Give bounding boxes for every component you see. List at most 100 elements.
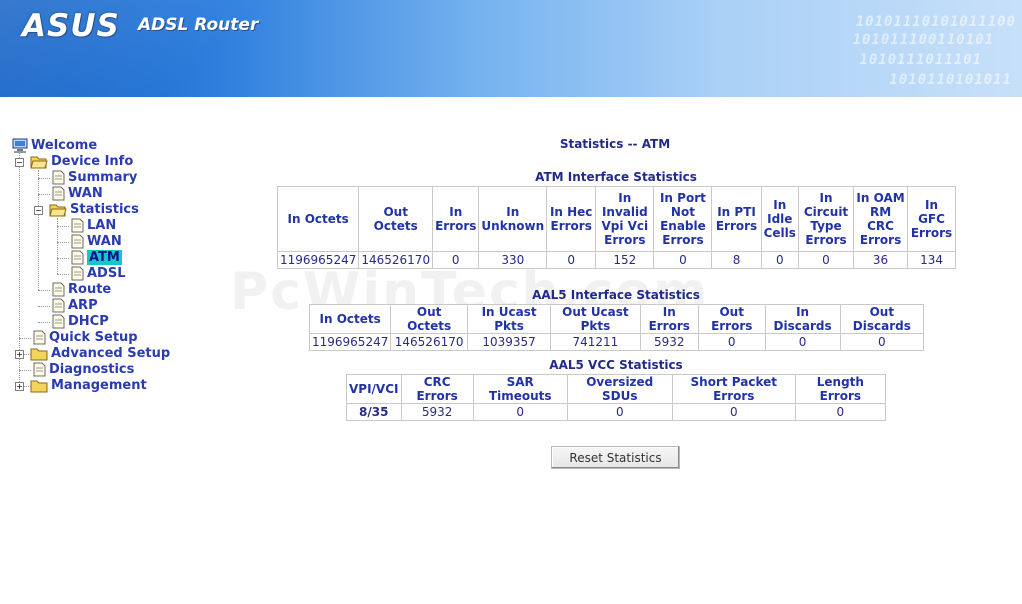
nav-item-atm[interactable]: ATM: [71, 250, 122, 266]
table-cell: 1196965247: [308, 333, 392, 351]
page-icon: [52, 186, 65, 201]
table-cell: 0: [432, 251, 480, 269]
tree-connector: [38, 290, 50, 291]
column-header: In Errors: [639, 304, 699, 334]
nav-item-arp[interactable]: ARP: [52, 298, 98, 314]
nav-item-stats-wan[interactable]: WAN: [71, 234, 122, 250]
column-header: In Idle Cells: [760, 186, 799, 252]
tree-connector: [38, 306, 50, 307]
table-cell: 0: [839, 333, 925, 351]
nav-item-statistics[interactable]: Statistics: [49, 202, 139, 218]
column-header: In Unknown: [478, 186, 548, 252]
tree-connector: [19, 338, 31, 339]
nav-item-advanced-setup[interactable]: Advanced Setup: [30, 346, 170, 362]
column-header: Out Discards: [839, 304, 925, 334]
column-header: Oversized SDUs: [566, 374, 673, 404]
nav-label-statistics[interactable]: Statistics: [70, 202, 139, 217]
column-header: In Octets: [308, 304, 392, 334]
tree-connector: [57, 242, 69, 243]
nav-item-route[interactable]: Route: [52, 282, 111, 298]
column-header: Out Octets: [358, 186, 434, 252]
column-header: In Invalid Vpi Vci Errors: [595, 186, 655, 252]
nav-label-wan[interactable]: WAN: [68, 186, 103, 201]
page-icon: [52, 170, 65, 185]
table-cell: 0: [566, 403, 673, 421]
tree-connector: [57, 226, 69, 227]
column-header: In Octets: [276, 186, 360, 252]
nav-label-diagnostics[interactable]: Diagnostics: [49, 362, 134, 377]
column-header: CRC Errors: [400, 374, 474, 404]
nav-label-welcome[interactable]: Welcome: [31, 138, 97, 153]
nav-item-management[interactable]: Management: [30, 378, 147, 394]
column-header: In GFC Errors: [907, 186, 956, 252]
collapse-toggle-device-info[interactable]: −: [15, 158, 24, 167]
expand-toggle-advanced-setup[interactable]: +: [15, 350, 24, 359]
page-icon: [52, 314, 65, 329]
table-row: 8/35 5932 0 0 0 0: [346, 403, 887, 421]
table-cell: 1196965247: [276, 251, 360, 269]
column-header: In Ucast Pkts: [466, 304, 552, 334]
page-icon: [33, 330, 46, 345]
tree-connector: [38, 194, 50, 195]
expand-toggle-management[interactable]: +: [15, 382, 24, 391]
nav-item-welcome[interactable]: Welcome: [12, 138, 97, 154]
table-row: 1196965247 146526170 1039357 741211 5932…: [308, 333, 925, 351]
nav-item-lan[interactable]: LAN: [71, 218, 116, 234]
nav-label-arp[interactable]: ARP: [68, 298, 98, 313]
table-header-row: In Octets Out Octets In Errors In Unknow…: [276, 186, 956, 252]
nav-label-adsl[interactable]: ADSL: [87, 266, 126, 281]
nav-item-quick-setup[interactable]: Quick Setup: [33, 330, 138, 346]
table-cell: 0: [794, 403, 887, 421]
column-header: VPI/VCI: [346, 374, 402, 404]
tree-connector: [38, 178, 50, 179]
table-cell: 0: [546, 251, 597, 269]
open-folder-icon: [30, 156, 48, 168]
nav-label-dhcp[interactable]: DHCP: [68, 314, 109, 329]
table-cell: 0: [697, 333, 766, 351]
nav-item-summary[interactable]: Summary: [52, 170, 137, 186]
collapse-toggle-statistics[interactable]: −: [34, 206, 43, 215]
tree-connector: [57, 274, 69, 275]
table-cell: 0: [653, 251, 713, 269]
aal5-statistics-table: In Octets Out Octets In Ucast Pkts Out U…: [308, 304, 925, 351]
table-cell: 0: [760, 251, 799, 269]
nav-item-device-info[interactable]: Device Info: [30, 154, 133, 170]
table-header-row: In Octets Out Octets In Ucast Pkts Out U…: [308, 304, 925, 334]
product-name: ADSL Router: [138, 15, 259, 35]
column-header: In Hec Errors: [546, 186, 597, 252]
page-title: Statistics -- ATM: [559, 137, 671, 151]
page-icon: [71, 250, 84, 265]
column-header: In Errors: [432, 186, 480, 252]
nav-label-quick-setup[interactable]: Quick Setup: [49, 330, 138, 345]
nav-item-diagnostics[interactable]: Diagnostics: [33, 362, 134, 378]
tree-connector: [57, 258, 69, 259]
table-cell: 0: [797, 251, 855, 269]
nav-label-route[interactable]: Route: [68, 282, 111, 297]
nav-label-device-info[interactable]: Device Info: [51, 154, 133, 169]
vcc-statistics-table: VPI/VCI CRC Errors SAR Timeouts Oversize…: [346, 374, 887, 421]
table-cell: 0: [472, 403, 568, 421]
tree-connector: [38, 322, 50, 323]
vpi-vci-cell: 8/35: [346, 403, 402, 421]
nav-label-advanced-setup[interactable]: Advanced Setup: [51, 346, 170, 361]
vcc-section-title: AAL5 VCC Statistics: [549, 358, 683, 372]
header-banner: ASUS ADSL Router 10101110101011100 10101…: [0, 0, 1022, 97]
nav-item-dhcp[interactable]: DHCP: [52, 314, 109, 330]
nav-label-stats-wan[interactable]: WAN: [87, 234, 122, 249]
binary-pattern-line: 1010110101011: [889, 72, 1012, 88]
nav-label-management[interactable]: Management: [51, 378, 147, 393]
tree-connector: [38, 170, 39, 290]
atm-section-title: ATM Interface Statistics: [535, 170, 697, 184]
nav-item-wan[interactable]: WAN: [52, 186, 103, 202]
aal5-section-title: AAL5 Interface Statistics: [532, 288, 700, 302]
nav-label-lan[interactable]: LAN: [87, 218, 116, 233]
table-cell: 741211: [550, 333, 641, 351]
page-icon: [71, 266, 84, 281]
nav-item-adsl[interactable]: ADSL: [71, 266, 126, 282]
asus-logo: ASUS: [22, 8, 120, 44]
nav-label-summary[interactable]: Summary: [68, 170, 137, 185]
reset-statistics-button[interactable]: Reset Statistics: [551, 446, 680, 469]
nav-label-atm[interactable]: ATM: [87, 250, 122, 265]
table-cell: 0: [671, 403, 796, 421]
table-cell: 0: [764, 333, 841, 351]
